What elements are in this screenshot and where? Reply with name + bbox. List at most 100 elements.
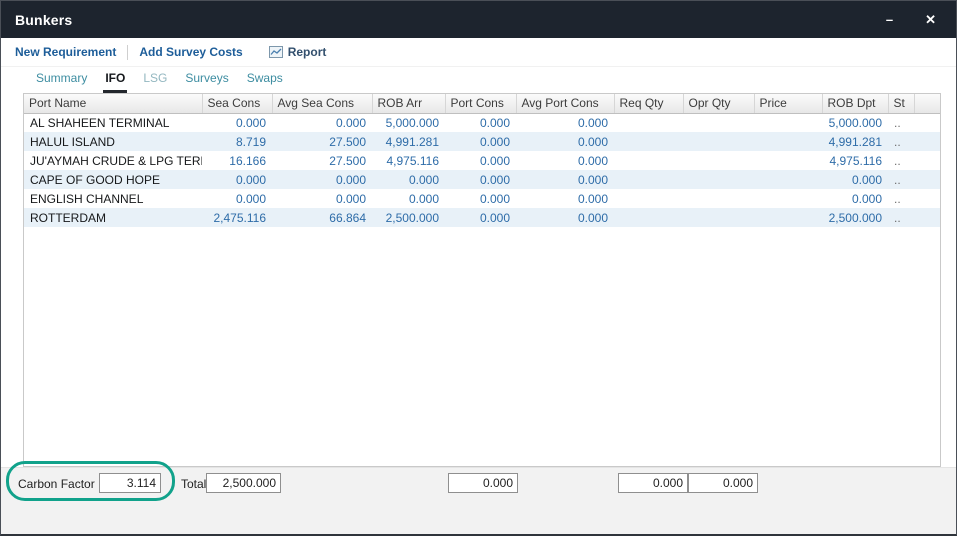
- cell-sea_cons[interactable]: 16.166: [202, 151, 272, 170]
- cell-opr_qty[interactable]: [683, 151, 754, 170]
- table-row[interactable]: ENGLISH CHANNEL0.0000.0000.0000.0000.000…: [24, 189, 940, 208]
- table-row[interactable]: ROTTERDAM2,475.11666.8642,500.0000.0000.…: [24, 208, 940, 227]
- cell-avg_sea_cons[interactable]: 0.000: [272, 113, 372, 132]
- column-header-st[interactable]: St: [888, 94, 914, 113]
- minimize-icon[interactable]: –: [886, 13, 893, 26]
- column-header-req_qty[interactable]: Req Qty: [614, 94, 683, 113]
- cell-port_cons[interactable]: 0.000: [445, 132, 516, 151]
- table-row[interactable]: HALUL ISLAND8.71927.5004,991.2810.0000.0…: [24, 132, 940, 151]
- cell-avg_sea_cons[interactable]: 27.500: [272, 151, 372, 170]
- table-row[interactable]: AL SHAHEEN TERMINAL0.0000.0005,000.0000.…: [24, 113, 940, 132]
- cell-port_name[interactable]: AL SHAHEEN TERMINAL: [24, 113, 202, 132]
- cell-avg_sea_cons[interactable]: 27.500: [272, 132, 372, 151]
- column-header-opr_qty[interactable]: Opr Qty: [683, 94, 754, 113]
- cell-avg_port_cons[interactable]: 0.000: [516, 151, 614, 170]
- cell-rob_dpt[interactable]: 0.000: [822, 170, 888, 189]
- cell-port_name[interactable]: HALUL ISLAND: [24, 132, 202, 151]
- cell-avg_sea_cons[interactable]: 0.000: [272, 170, 372, 189]
- column-header-rob_dpt[interactable]: ROB Dpt: [822, 94, 888, 113]
- cell-port_name[interactable]: CAPE OF GOOD HOPE: [24, 170, 202, 189]
- table-row[interactable]: JU'AYMAH CRUDE & LPG TERMIN16.16627.5004…: [24, 151, 940, 170]
- column-header-port_name[interactable]: Port Name: [24, 94, 202, 113]
- add-survey-costs-button[interactable]: Add Survey Costs: [139, 45, 242, 59]
- cell-price[interactable]: [754, 132, 822, 151]
- cell-st[interactable]: ..: [888, 132, 914, 151]
- cell-price[interactable]: [754, 208, 822, 227]
- cell-avg_port_cons[interactable]: 0.000: [516, 208, 614, 227]
- tab-ifo[interactable]: IFO: [103, 67, 127, 93]
- cell-price[interactable]: [754, 189, 822, 208]
- cell-req_qty[interactable]: [614, 189, 683, 208]
- cell-rob_arr[interactable]: 4,991.281: [372, 132, 445, 151]
- table-row[interactable]: CAPE OF GOOD HOPE0.0000.0000.0000.0000.0…: [24, 170, 940, 189]
- cell-sea_cons[interactable]: 0.000: [202, 113, 272, 132]
- cell-price[interactable]: [754, 151, 822, 170]
- cell-rob_dpt[interactable]: 5,000.000: [822, 113, 888, 132]
- cell-avg_port_cons[interactable]: 0.000: [516, 132, 614, 151]
- cell-req_qty[interactable]: [614, 132, 683, 151]
- cell-avg_port_cons[interactable]: 0.000: [516, 113, 614, 132]
- cell-sea_cons[interactable]: 0.000: [202, 170, 272, 189]
- cell-req_qty[interactable]: [614, 113, 683, 132]
- cell-port_cons[interactable]: 0.000: [445, 170, 516, 189]
- cell-req_qty[interactable]: [614, 151, 683, 170]
- cell-port_cons[interactable]: 0.000: [445, 113, 516, 132]
- cell-rob_arr[interactable]: 5,000.000: [372, 113, 445, 132]
- cell-rob_dpt[interactable]: 4,991.281: [822, 132, 888, 151]
- tab-surveys[interactable]: Surveys: [183, 67, 230, 93]
- cell-rob_arr[interactable]: 2,500.000: [372, 208, 445, 227]
- cell-port_name[interactable]: ROTTERDAM: [24, 208, 202, 227]
- cell-opr_qty[interactable]: [683, 132, 754, 151]
- cell-sea_cons[interactable]: 8.719: [202, 132, 272, 151]
- cell-rob_arr[interactable]: 0.000: [372, 170, 445, 189]
- column-header-sea_cons[interactable]: Sea Cons: [202, 94, 272, 113]
- cell-req_qty[interactable]: [614, 170, 683, 189]
- cell-avg_sea_cons[interactable]: 66.864: [272, 208, 372, 227]
- column-header-avg_sea_cons[interactable]: Avg Sea Cons: [272, 94, 372, 113]
- bunkers-table: Port NameSea ConsAvg Sea ConsROB ArrPort…: [23, 93, 941, 467]
- cell-sea_cons[interactable]: 2,475.116: [202, 208, 272, 227]
- cell-opr_qty[interactable]: [683, 208, 754, 227]
- close-icon[interactable]: ✕: [925, 13, 936, 26]
- tab-summary[interactable]: Summary: [34, 67, 89, 93]
- carbon-factor-label: Carbon Factor: [18, 477, 95, 491]
- cell-st[interactable]: ..: [888, 189, 914, 208]
- column-header-port_cons[interactable]: Port Cons: [445, 94, 516, 113]
- cell-rob_dpt[interactable]: 0.000: [822, 189, 888, 208]
- cell-opr_qty[interactable]: [683, 189, 754, 208]
- column-header-rob_arr[interactable]: ROB Arr: [372, 94, 445, 113]
- cell-st[interactable]: ..: [888, 151, 914, 170]
- cell-opr_qty[interactable]: [683, 170, 754, 189]
- cell-rob_arr[interactable]: 4,975.116: [372, 151, 445, 170]
- cell-sea_cons[interactable]: 0.000: [202, 189, 272, 208]
- cell-rob_dpt[interactable]: 2,500.000: [822, 208, 888, 227]
- cell-port_name[interactable]: ENGLISH CHANNEL: [24, 189, 202, 208]
- new-requirement-button[interactable]: New Requirement: [15, 45, 116, 59]
- column-header-price[interactable]: Price: [754, 94, 822, 113]
- cell-avg_port_cons[interactable]: 0.000: [516, 170, 614, 189]
- cell-port_name[interactable]: JU'AYMAH CRUDE & LPG TERMIN: [24, 151, 202, 170]
- column-header-avg_port_cons[interactable]: Avg Port Cons: [516, 94, 614, 113]
- report-button[interactable]: Report: [269, 45, 327, 59]
- total-opr-qty-box[interactable]: [688, 473, 758, 493]
- cell-opr_qty[interactable]: [683, 113, 754, 132]
- cell-price[interactable]: [754, 113, 822, 132]
- total-req-qty-box[interactable]: [618, 473, 688, 493]
- cell-avg_port_cons[interactable]: 0.000: [516, 189, 614, 208]
- cell-rob_arr[interactable]: 0.000: [372, 189, 445, 208]
- carbon-factor-input[interactable]: [99, 473, 161, 493]
- cell-price[interactable]: [754, 170, 822, 189]
- cell-req_qty[interactable]: [614, 208, 683, 227]
- cell-port_cons[interactable]: 0.000: [445, 189, 516, 208]
- cell-port_cons[interactable]: 0.000: [445, 151, 516, 170]
- total-rob-box[interactable]: [206, 473, 281, 493]
- cell-st[interactable]: ..: [888, 113, 914, 132]
- cell-avg_sea_cons[interactable]: 0.000: [272, 189, 372, 208]
- total-port-cons-box[interactable]: [448, 473, 518, 493]
- cell-port_cons[interactable]: 0.000: [445, 208, 516, 227]
- cell-st[interactable]: ..: [888, 208, 914, 227]
- cell-rob_dpt[interactable]: 4,975.116: [822, 151, 888, 170]
- tab-swaps[interactable]: Swaps: [245, 67, 285, 93]
- tab-lsg[interactable]: LSG: [141, 67, 169, 93]
- cell-st[interactable]: ..: [888, 170, 914, 189]
